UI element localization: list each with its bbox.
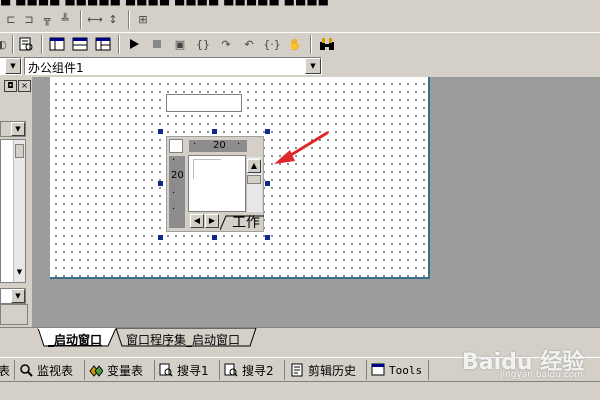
- status-strip: [0, 381, 600, 400]
- panel-tab-list[interactable]: 表: [0, 361, 10, 379]
- left-combo-small[interactable]: ▼: [0, 121, 26, 137]
- selection-handle[interactable]: [158, 129, 163, 134]
- step-over-icon[interactable]: ↷: [217, 35, 235, 53]
- tab-next-icon[interactable]: ▶: [205, 214, 219, 228]
- ruler-v-value: 20: [171, 170, 184, 181]
- search2-icon: [224, 363, 238, 377]
- step-icon[interactable]: ▣: [171, 35, 189, 53]
- menu-bar[interactable]: ■ ■■■■ ■■■■■ ■■■■ ■■■■ ■■■■■ ■■■■: [0, 0, 600, 8]
- bottom-combo[interactable]: ▼: [0, 288, 26, 304]
- selection-handle[interactable]: [158, 181, 163, 186]
- red-arrow-icon: [274, 131, 329, 164]
- panel-tab-label: 剪辑历史: [308, 363, 357, 378]
- variable-icon: [89, 363, 103, 377]
- panel-tab-label: 表: [0, 363, 11, 378]
- tab-label[interactable]: 工作: [232, 212, 260, 232]
- step-into-icon[interactable]: {}: [194, 35, 212, 53]
- align-right-icon[interactable]: ⊐: [20, 10, 38, 28]
- selection-handle[interactable]: [158, 235, 163, 240]
- property-list[interactable]: ▼: [0, 139, 26, 283]
- horizontal-ruler: · 20 ·: [189, 139, 247, 152]
- chevron-down-icon[interactable]: ▼: [11, 122, 25, 136]
- selection-handle[interactable]: [265, 181, 270, 186]
- chevron-down-icon[interactable]: ▼: [5, 58, 21, 74]
- align-left-icon[interactable]: ⊏: [2, 10, 20, 28]
- run-icon[interactable]: [125, 35, 143, 53]
- ruler-dot: ·: [172, 155, 176, 166]
- chevron-down-icon[interactable]: ▼: [15, 268, 24, 278]
- selection-handle[interactable]: [212, 129, 217, 134]
- document-margin: [193, 159, 221, 179]
- panel-tab-label: 监视表: [37, 363, 74, 378]
- edit-box-control[interactable]: [166, 94, 242, 112]
- component-select[interactable]: 办公组件1 ▼: [24, 57, 322, 75]
- panel-tab-label: 搜寻1: [177, 363, 209, 378]
- ruler-dot: ·: [237, 139, 241, 150]
- chevron-down-icon[interactable]: ▼: [305, 58, 321, 74]
- component-select-value: 办公组件1: [28, 61, 84, 75]
- save-icon[interactable]: ◐: [0, 35, 8, 53]
- new-icon[interactable]: [17, 35, 35, 53]
- breakpoint-icon[interactable]: {·}: [263, 35, 281, 53]
- alignment-toolbar: ⊏ ⊐ ╦ ╩ ⟷ ↕ ⊞: [0, 8, 600, 32]
- left-panel-tabs: [0, 304, 30, 326]
- panel-tab-search1[interactable]: 搜寻1: [159, 361, 209, 379]
- close-icon[interactable]: ×: [18, 80, 31, 92]
- scroll-thumb[interactable]: [247, 175, 261, 184]
- chevron-down-icon[interactable]: ▼: [11, 289, 25, 303]
- left-panel-tab[interactable]: [0, 304, 28, 325]
- main-toolbar: ◐ ▣ {} ↷ ↶ {·} ✋: [0, 32, 600, 56]
- align-bottom-icon[interactable]: ╩: [56, 10, 74, 28]
- component-vscrollbar[interactable]: ▲: [246, 157, 262, 212]
- component-tab-strip: ◀ ▶ 工作: [188, 212, 264, 232]
- left-dock-panel: ◘ × ▼ ▼ ▼: [0, 77, 32, 327]
- selection-handle[interactable]: [265, 235, 270, 240]
- panel-tab-clip-history[interactable]: 剪辑历史: [290, 361, 356, 379]
- ruler-dot: ·: [172, 204, 176, 215]
- ruler-dot: ·: [172, 188, 176, 199]
- panel-tab-label: Tools: [389, 363, 423, 377]
- baidu-watermark-url: jingyan.baidu.com: [500, 370, 584, 380]
- sheet-tab-window-assembly[interactable]: 窗口程序集_启动窗口: [126, 331, 240, 348]
- split-layout-icon[interactable]: [71, 35, 89, 53]
- panel-tab-label: 变量表: [107, 363, 144, 378]
- component-checkbox[interactable]: [169, 139, 183, 153]
- left-combo[interactable]: ▼: [0, 57, 22, 75]
- ruler-h-value: 20: [213, 140, 226, 151]
- search1-icon: [159, 363, 173, 377]
- same-width-icon[interactable]: ⟷: [86, 10, 104, 28]
- sheet-tab-startup-window[interactable]: _启动窗口: [48, 331, 102, 348]
- menu-items-cropped[interactable]: ■ ■■■■ ■■■■■ ■■■■ ■■■■ ■■■■■ ■■■■: [0, 0, 329, 7]
- selection-handle[interactable]: [212, 235, 217, 240]
- clipboard-icon: [290, 363, 304, 377]
- tab-prev-icon[interactable]: ◀: [190, 214, 204, 228]
- property-scrollbar[interactable]: ▼: [13, 140, 25, 282]
- panel-tab-variables[interactable]: 变量表: [89, 361, 143, 379]
- step-out-icon[interactable]: ↶: [240, 35, 258, 53]
- align-top-icon[interactable]: ╦: [38, 10, 56, 28]
- window-layout-icon[interactable]: [48, 35, 66, 53]
- vertical-ruler: · 20 · ·: [169, 155, 185, 228]
- scroll-thumb[interactable]: [15, 144, 24, 158]
- ruler-dot: ·: [193, 139, 197, 150]
- tools-icon: [371, 363, 385, 377]
- magnifier-icon: [19, 363, 33, 377]
- combo-row: ▼ 办公组件1 ▼: [0, 56, 600, 76]
- restore-icon[interactable]: ◘: [4, 80, 17, 92]
- panel-layout-icon[interactable]: [94, 35, 112, 53]
- panel-tab-tools[interactable]: Tools: [371, 361, 422, 379]
- scroll-up-icon[interactable]: ▲: [247, 159, 261, 173]
- panel-tab-search2[interactable]: 搜寻2: [224, 361, 274, 379]
- stop-icon[interactable]: [148, 35, 166, 53]
- panel-tab-watch[interactable]: 监视表: [19, 361, 73, 379]
- center-icon[interactable]: ⊞: [134, 10, 152, 28]
- hand-icon[interactable]: ✋: [286, 35, 304, 53]
- same-height-icon[interactable]: ↕: [104, 10, 122, 28]
- find-icon[interactable]: [318, 35, 336, 53]
- panel-tab-label: 搜寻2: [242, 363, 274, 378]
